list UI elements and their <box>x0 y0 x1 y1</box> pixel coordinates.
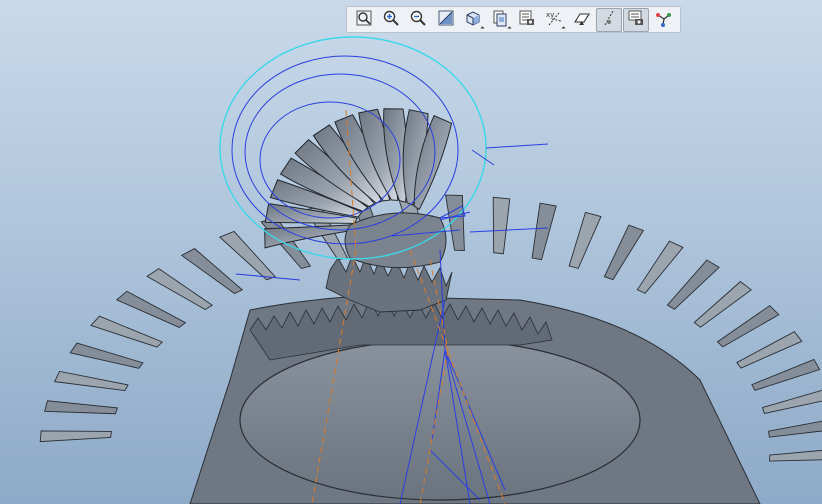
ring-gear-tooth <box>603 224 645 281</box>
svg-text:xy: xy <box>546 11 554 19</box>
view-manager-button[interactable] <box>514 8 540 32</box>
zoom-out-icon <box>409 9 427 31</box>
ring-gear-tooth <box>716 305 780 348</box>
ring-gear-tooth <box>180 248 244 295</box>
zoom-out-button[interactable] <box>405 8 431 32</box>
point-display-button[interactable] <box>622 7 649 32</box>
ring-gear-tooth <box>736 331 803 369</box>
ring-gear-tooth <box>693 281 752 328</box>
graphics-window[interactable]: xy <box>0 0 822 504</box>
pinion-gear[interactable] <box>264 108 453 313</box>
ring-gear-tooth <box>115 290 187 328</box>
ring-gear-tooth <box>53 370 129 392</box>
sketch-view-button[interactable] <box>569 8 595 32</box>
ring-gear-tooth <box>636 240 684 294</box>
view-manager-icon <box>518 9 536 31</box>
zoom-in-icon <box>382 9 400 31</box>
ring-gear-tooth <box>751 358 821 391</box>
zoom-in-button[interactable] <box>378 8 404 32</box>
ring-gear-tooth <box>768 420 822 438</box>
refit-button[interactable] <box>351 8 377 32</box>
ring-gear-tooth <box>445 194 465 252</box>
ring-gear-tooth <box>146 268 214 310</box>
ring-gear-tooth <box>666 259 720 310</box>
model-scene[interactable] <box>0 0 822 504</box>
datum-display-icon: xy <box>545 9 563 31</box>
ring-gear-tooth <box>69 342 144 369</box>
ring-gear-tooth <box>39 430 112 443</box>
ring-gear-tooth <box>492 196 511 255</box>
ring-gear-tooth <box>568 211 602 269</box>
axis-display-icon <box>600 9 618 31</box>
display-style-button[interactable] <box>460 8 486 32</box>
ring-gear-hub-face <box>239 339 641 501</box>
perspective-button[interactable]: xy <box>541 8 567 32</box>
ring-gear-tooth <box>769 449 822 462</box>
ring-gear-tooth <box>761 389 822 415</box>
refit-zoom-icon <box>355 9 373 31</box>
csys-display-button[interactable] <box>650 8 676 32</box>
csys-display-icon <box>654 9 672 31</box>
saved-views-button[interactable] <box>487 8 513 32</box>
saved-orientations-icon <box>491 9 509 31</box>
axis-display-button[interactable] <box>595 7 622 32</box>
ring-gear-tooth <box>531 202 557 261</box>
ring-gear-tooth <box>44 400 119 415</box>
shaded-cube-icon <box>464 9 482 31</box>
repaint-button[interactable] <box>433 8 459 32</box>
repaint-icon <box>437 9 455 31</box>
plane-display-icon <box>573 9 591 31</box>
dropdown-indicator-icon <box>507 25 512 31</box>
graphics-toolbar: xy <box>346 6 681 33</box>
point-display-icon <box>627 9 645 31</box>
ring-gear-tooth <box>90 315 164 348</box>
dropdown-indicator-icon <box>561 25 566 31</box>
dropdown-indicator-icon <box>480 25 485 31</box>
